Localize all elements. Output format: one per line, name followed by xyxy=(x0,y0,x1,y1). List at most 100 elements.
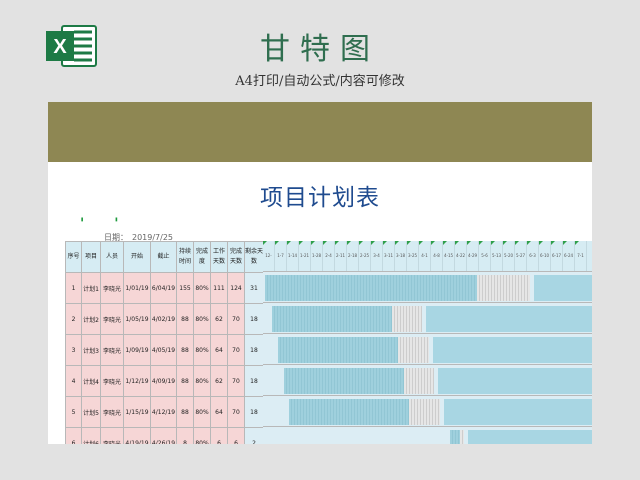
gantt-row xyxy=(263,396,592,427)
cell-comment-marker xyxy=(407,241,411,245)
cell-duration: 155 xyxy=(176,272,194,304)
cell-done-days: 70 xyxy=(227,334,245,366)
cell-left-days: 18 xyxy=(244,396,264,428)
header-banner xyxy=(48,102,592,162)
cell-project: 计划6 xyxy=(81,427,101,444)
gantt-after-bar xyxy=(438,368,592,394)
cell-work-days: 6 xyxy=(210,427,228,444)
table-row: 3 计划3 李晓光 1/09/19 4/05/19 88 80% 64 70 1… xyxy=(65,334,264,366)
cell-markers: ' ' xyxy=(80,216,119,232)
timeline-week-cell: 1-21 xyxy=(299,241,311,271)
sheet-title: 项目计划表 xyxy=(260,185,380,211)
timeline-week-cell: 6-3 xyxy=(527,241,539,271)
cell-comment-marker xyxy=(371,241,375,245)
cell-progress: 80% xyxy=(193,303,211,335)
gantt-row xyxy=(263,427,592,444)
col-header: 序号 xyxy=(65,241,82,273)
cell-duration: 88 xyxy=(176,334,194,366)
cell-comment-marker xyxy=(419,241,423,245)
timeline-week-cell: 5-13 xyxy=(491,241,503,271)
col-header: 持续时间 xyxy=(176,241,194,273)
cell-end: 4/02/19 xyxy=(150,303,177,335)
cell-start: 1/09/19 xyxy=(123,334,151,366)
cell-project: 计划3 xyxy=(81,334,101,366)
cell-progress: 80% xyxy=(193,272,211,304)
timeline-label: 4-22 xyxy=(455,253,466,258)
table-row: 1 计划1 李晓光 1/01/19 6/04/19 155 80% 111 12… xyxy=(65,272,264,304)
cell-comment-marker xyxy=(539,241,543,245)
gantt-remaining-bar xyxy=(460,430,464,444)
gantt-remaining-bar xyxy=(403,368,435,394)
cell-person: 李晓光 xyxy=(100,396,124,428)
timeline-label: 6-24 xyxy=(563,253,574,258)
timeline-label: 1-21 xyxy=(299,253,310,258)
timeline-week-cell: 1-14 xyxy=(287,241,299,271)
col-header: 项目 xyxy=(81,241,101,273)
gantt-after-bar xyxy=(467,430,592,444)
cell-progress: 80% xyxy=(193,396,211,428)
cell-comment-marker xyxy=(311,241,315,245)
gantt-row xyxy=(263,303,592,334)
cell-project: 计划1 xyxy=(81,272,101,304)
timeline-label: 1-7 xyxy=(277,253,284,258)
timeline-label: 4-15 xyxy=(443,253,454,258)
timeline-label: 7-1 xyxy=(577,253,584,258)
cell-start: 4/19/19 xyxy=(123,427,151,444)
timeline-label: 3-18 xyxy=(395,253,406,258)
cell-person: 李晓光 xyxy=(100,303,124,335)
cell-progress: 80% xyxy=(193,365,211,397)
gantt-done-bar xyxy=(278,337,399,363)
gantt-done-bar xyxy=(283,368,404,394)
cell-comment-marker xyxy=(479,241,483,245)
cell-comment-marker xyxy=(503,241,507,245)
cell-work-days: 64 xyxy=(210,334,228,366)
timeline-week-cell: 5-27 xyxy=(515,241,527,271)
timeline-label: 3-11 xyxy=(383,253,394,258)
cell-person: 李晓光 xyxy=(100,427,124,444)
cell-project: 计划5 xyxy=(81,396,101,428)
cell-end: 4/09/19 xyxy=(150,365,177,397)
cell-comment-marker xyxy=(467,241,471,245)
cell-start: 1/05/19 xyxy=(123,303,151,335)
timeline-week-cell: 3-4 xyxy=(371,241,383,271)
cell-comment-marker xyxy=(299,241,303,245)
page-title: 甘特图 xyxy=(260,32,380,67)
cell-comment-marker xyxy=(275,241,279,245)
col-header: 完成度 xyxy=(193,241,211,273)
cell-comment-marker xyxy=(563,241,567,245)
timeline-label: 5-6 xyxy=(481,253,488,258)
cell-left-days: 18 xyxy=(244,303,264,335)
cell-progress: 80% xyxy=(193,334,211,366)
timeline-week-cell: 12-31 xyxy=(263,241,275,271)
timeline-label: 5-13 xyxy=(491,253,502,258)
timeline-header: 12-311-71-141-211-282-42-112-182-253-43-… xyxy=(263,241,592,272)
cell-comment-marker xyxy=(551,241,555,245)
table-header-row: 序号 项目 人员 开始 截止 持续时间 完成度 工作天数 完成天数 剩余天数 xyxy=(65,241,264,273)
table-row: 6 计划6 李晓光 4/19/19 4/26/19 8 80% 6 6 2 xyxy=(65,427,264,444)
gantt-chart: 12-311-71-141-211-282-42-112-182-253-43-… xyxy=(263,241,592,444)
cell-work-days: 64 xyxy=(210,396,228,428)
cell-start: 1/12/19 xyxy=(123,365,151,397)
timeline-week-cell: 3-11 xyxy=(383,241,395,271)
timeline-label: 5-20 xyxy=(503,253,514,258)
timeline-label: 5-27 xyxy=(515,253,526,258)
cell-done-days: 70 xyxy=(227,303,245,335)
cell-duration: 88 xyxy=(176,396,194,428)
cell-left-days: 18 xyxy=(244,334,264,366)
col-header: 剩余天数 xyxy=(244,241,264,273)
gantt-row xyxy=(263,365,592,396)
gantt-remaining-bar xyxy=(391,306,423,332)
timeline-week-cell: 4-1 xyxy=(419,241,431,271)
timeline-week-cell: 2-4 xyxy=(323,241,335,271)
cell-progress: 80% xyxy=(193,427,211,444)
cell-end: 4/26/19 xyxy=(150,427,177,444)
cell-done-days: 70 xyxy=(227,396,245,428)
spreadsheet-preview: 项目计划表 ' ' 日期： 2019/7/25 序号 项目 人员 开始 截止 持续时… xyxy=(48,102,592,444)
gantt-after-bar xyxy=(426,306,592,332)
cell-done-days: 6 xyxy=(227,427,245,444)
cell-comment-marker xyxy=(287,241,291,245)
timeline-week-cell: 7-1 xyxy=(575,241,587,271)
timeline-week-cell: 3-18 xyxy=(395,241,407,271)
cell-person: 李晓光 xyxy=(100,365,124,397)
timeline-label: 6-10 xyxy=(539,253,550,258)
